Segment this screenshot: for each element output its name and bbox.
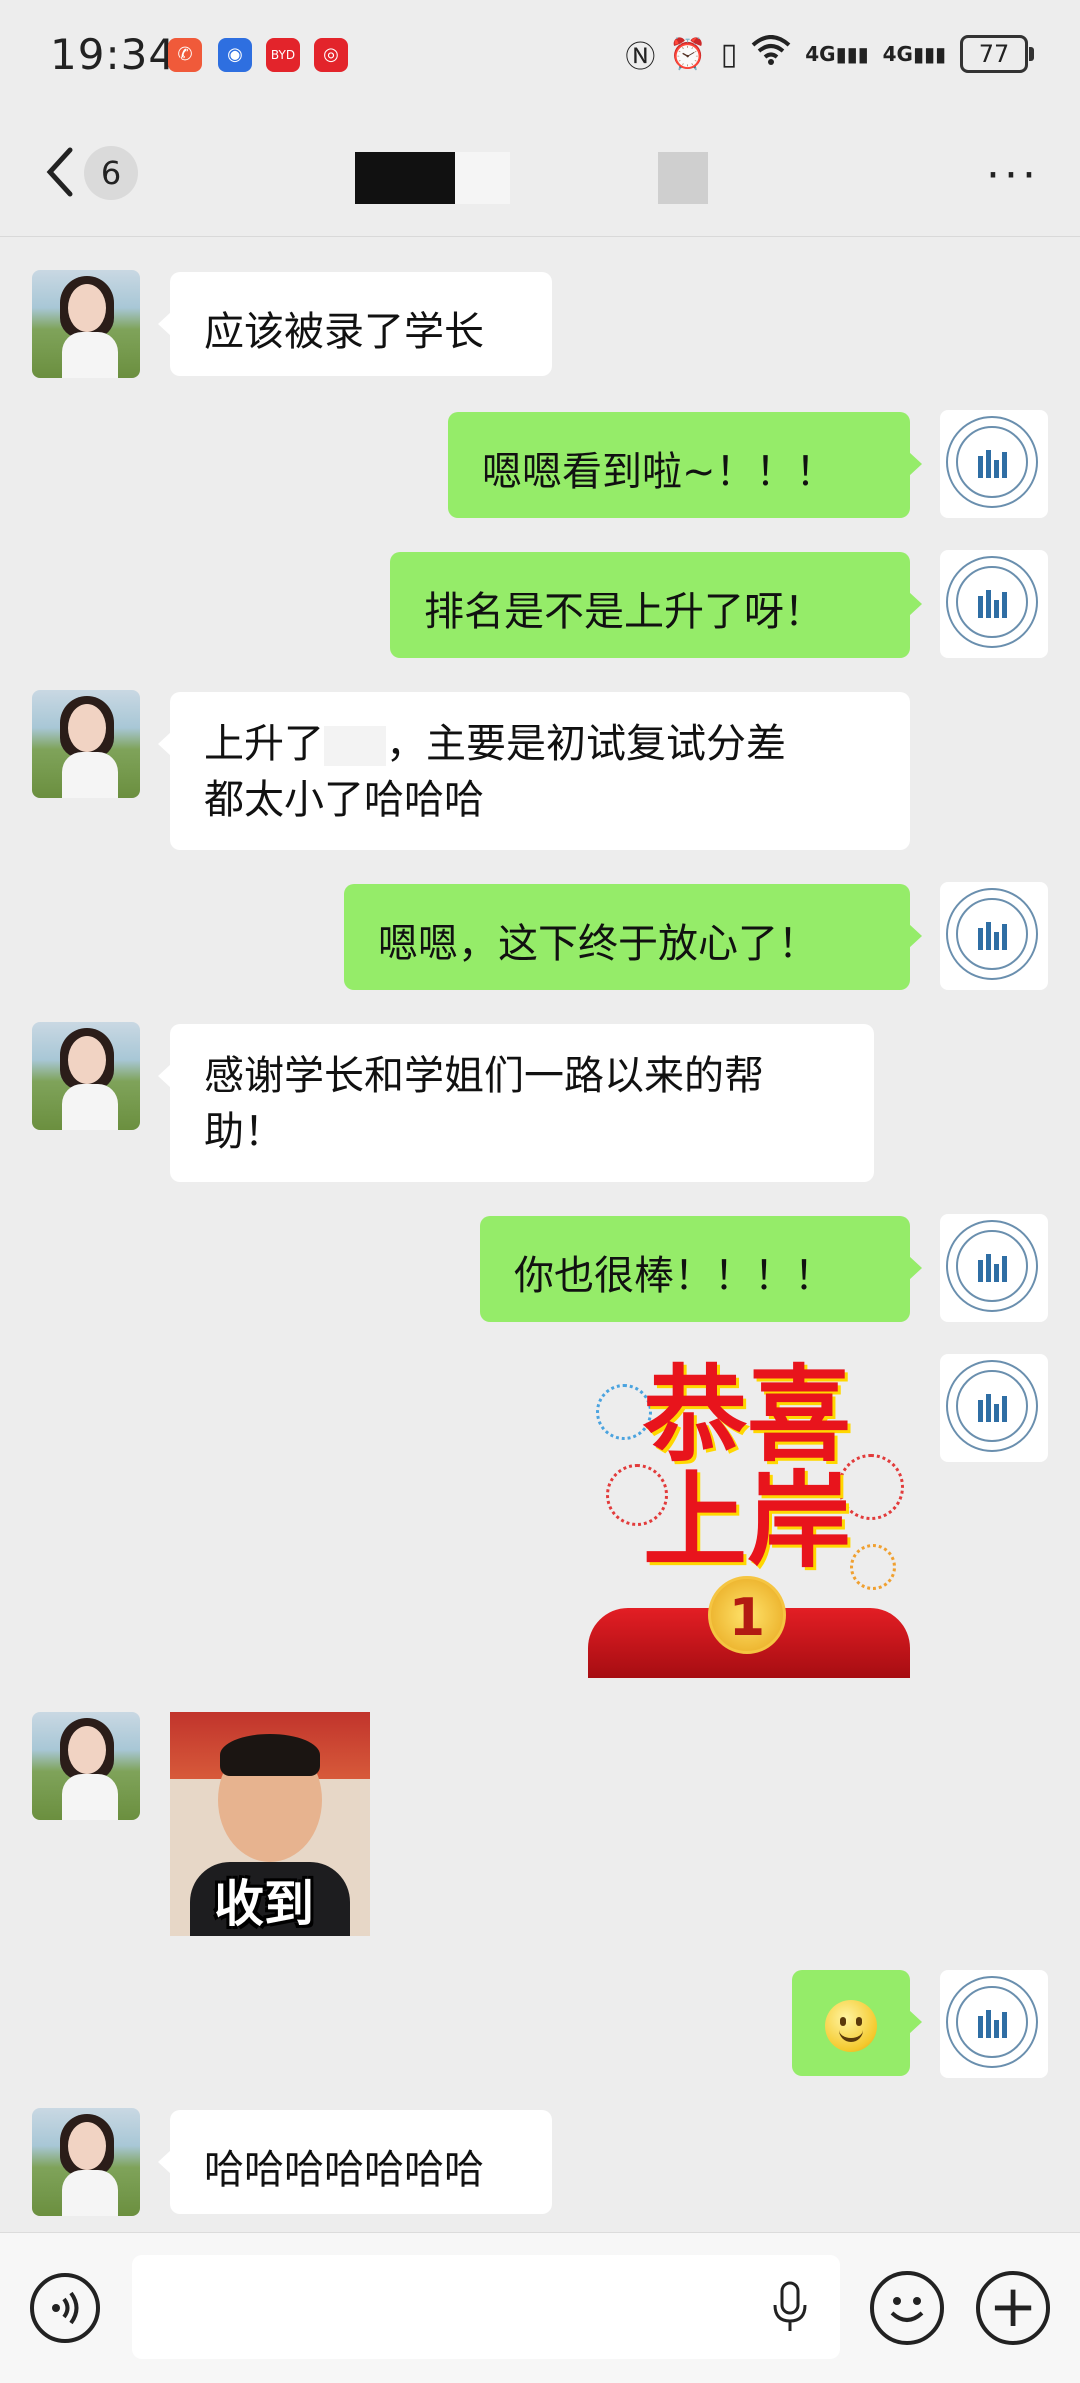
message-bubble-received[interactable]: 上升了 ，主要是初试复试分差 都太小了哈哈哈	[158, 692, 910, 850]
message-text: 嗯嗯，这下终于放心了！	[378, 921, 818, 967]
net-label-2: 4G	[882, 42, 913, 66]
message-text: 应该被录了学长	[204, 309, 484, 355]
app-notification-icon: ◉	[218, 38, 252, 72]
contact-avatar[interactable]	[32, 1712, 140, 1820]
byd-app-icon: BYD	[266, 38, 300, 72]
redacted-chat-title-part2	[455, 152, 510, 204]
message-text: 排名是不是上升了呀！	[424, 589, 824, 635]
mic-icon	[773, 2281, 807, 2331]
my-avatar[interactable]	[940, 1354, 1048, 1462]
sticker-line-2: 上岸	[643, 1459, 852, 1582]
message-bubble-sent[interactable]: 你也很棒！！！！	[480, 1216, 922, 1322]
my-avatar[interactable]	[940, 882, 1048, 990]
message-bubble-sent[interactable]: 嗯嗯看到啦~！！！	[448, 412, 922, 518]
vibrate-icon: ▯	[720, 36, 738, 72]
chevron-left-icon	[46, 147, 73, 197]
plus-button[interactable]: +	[976, 2271, 1050, 2345]
mic-button[interactable]	[770, 2279, 810, 2335]
contact-avatar[interactable]	[32, 690, 140, 798]
net-label-1: 4G	[805, 42, 836, 66]
received-photo-sticker[interactable]: 收到	[170, 1712, 370, 1936]
sticker-line-1: 恭喜	[643, 1354, 852, 1476]
message-bubble-sent[interactable]: 排名是不是上升了呀！	[390, 552, 922, 658]
status-time: 19:34	[50, 30, 177, 79]
signal-4g-icon-2: 4G▮▮▮	[882, 42, 946, 66]
message-bubble-sent[interactable]	[792, 1970, 922, 2076]
alarm-icon: ⏰	[669, 36, 707, 72]
status-bar: 19:34 ✆ ◉ BYD ◎ Ⓝ ⏰ ▯ 4G▮▮▮ 4G▮▮▮ 77	[0, 0, 1080, 110]
my-avatar[interactable]	[940, 1214, 1048, 1322]
photo-caption: 收到	[214, 1875, 314, 1933]
message-bubble-received[interactable]: 应该被录了学长	[158, 272, 552, 376]
battery-indicator: 77	[960, 35, 1034, 73]
signal-4g-icon-1: 4G▮▮▮	[805, 42, 869, 66]
message-line-1: 感谢学长和学姐们一路以来的帮	[204, 1053, 764, 1099]
contact-avatar[interactable]	[32, 2108, 140, 2216]
message-text-part: 上升了	[204, 721, 324, 767]
chat-header: 6 ···	[0, 110, 1080, 237]
my-avatar[interactable]	[940, 410, 1048, 518]
emoji-icon	[890, 2297, 924, 2322]
congratulations-sticker[interactable]: 恭喜 上岸 1	[588, 1354, 910, 1678]
my-avatar[interactable]	[940, 550, 1048, 658]
contact-avatar[interactable]	[32, 1022, 140, 1130]
emoji-button[interactable]	[870, 2271, 944, 2345]
voice-toggle-button[interactable]	[30, 2273, 100, 2343]
nfc-icon: Ⓝ	[625, 40, 656, 75]
voice-icon	[52, 2291, 79, 2325]
message-line-2: 助！	[204, 1109, 284, 1155]
missed-call-icon: ✆	[168, 38, 202, 72]
back-button[interactable]	[40, 144, 80, 200]
message-line-2: 都太小了哈哈哈	[204, 777, 484, 823]
message-text: 你也很棒！！！！	[514, 1253, 834, 1299]
redacted-chat-title-part3	[658, 152, 708, 204]
gold-medal-icon: 1	[708, 1576, 786, 1654]
redacted-text	[324, 726, 386, 766]
message-line-1: 上升了 ，主要是初试复试分差	[204, 716, 876, 772]
smile-emoji-icon	[825, 2000, 877, 2052]
message-text: 哈哈哈哈哈哈哈	[204, 2147, 484, 2193]
message-input[interactable]	[132, 2255, 840, 2359]
wifi-icon	[751, 35, 791, 73]
system-icons: Ⓝ ⏰ ▯ 4G▮▮▮ 4G▮▮▮ 77	[625, 32, 1034, 76]
message-bubble-received[interactable]: 哈哈哈哈哈哈哈	[158, 2110, 552, 2214]
more-options-button[interactable]: ···	[986, 150, 1040, 201]
message-bubble-sent[interactable]: 嗯嗯，这下终于放心了！	[344, 884, 922, 990]
redacted-chat-title	[355, 152, 455, 204]
message-text-part: ，主要是初试复试分差	[386, 721, 786, 767]
unread-count-badge: 6	[84, 146, 138, 200]
contact-avatar[interactable]	[32, 270, 140, 378]
message-bubble-received[interactable]: 感谢学长和学姐们一路以来的帮 助！	[158, 1024, 874, 1182]
my-avatar[interactable]	[940, 1970, 1048, 2078]
message-text: 嗯嗯看到啦~！！！	[482, 449, 836, 495]
target-app-icon: ◎	[314, 38, 348, 72]
chat-input-bar: +	[0, 2232, 1080, 2383]
